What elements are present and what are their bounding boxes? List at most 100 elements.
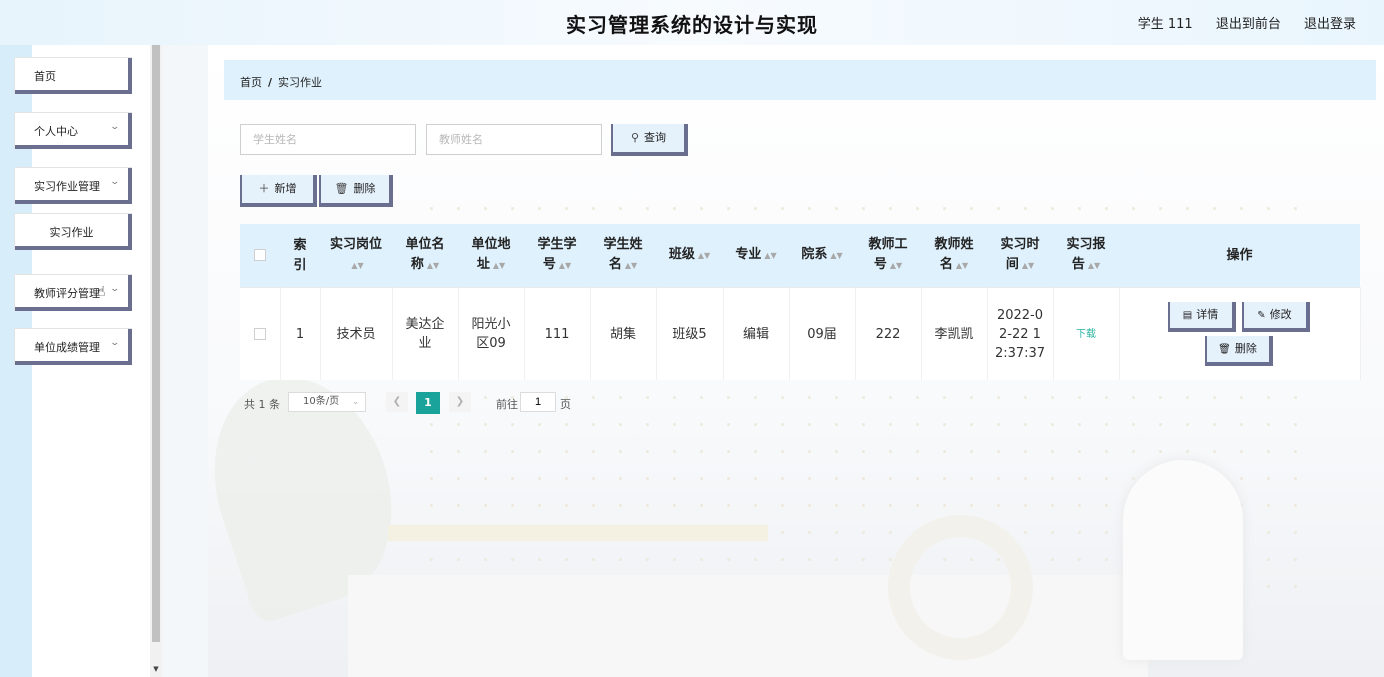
scrollbar-thumb[interactable]	[152, 45, 160, 642]
sort-icon[interactable]: ▲▼	[493, 261, 505, 270]
sidebar-item-teacher-score-management[interactable]: 教师评分管理 ⌄	[15, 275, 132, 311]
current-user: 学生 111	[1137, 17, 1193, 32]
sort-icon[interactable]: ▲▼	[1022, 261, 1034, 270]
sidebar-item-home[interactable]: 首页	[15, 58, 132, 94]
header-company: 单位名称 ▲▼	[392, 224, 458, 288]
sort-icon[interactable]: ▲▼	[1088, 261, 1100, 270]
table-header-row: 索引 实习岗位 ▲▼ 单位名称 ▲▼ 单位地址 ▲▼ 学生学号 ▲▼ 学生姓名 ▲▼ 班级…	[240, 224, 1360, 288]
chevron-down-icon: ⌄	[109, 122, 121, 132]
sidebar-item-label: 教师评分管理	[34, 287, 100, 300]
header-department: 院系 ▲▼	[789, 224, 855, 288]
sidebar-item-label: 个人中心	[34, 125, 78, 138]
sort-icon[interactable]: ▲▼	[830, 251, 842, 260]
exit-to-front-link[interactable]: 退出到前台	[1216, 17, 1281, 32]
logout-link[interactable]: 退出登录	[1304, 17, 1356, 32]
chevron-down-icon: ⌄	[352, 397, 359, 406]
breadcrumb-separator: /	[268, 76, 273, 89]
detail-button[interactable]: ▤ 详情	[1169, 302, 1236, 332]
cell-teacher-name: 李凯凯	[921, 287, 988, 380]
sidebar-item-personal-center[interactable]: 个人中心 ⌄	[15, 113, 132, 149]
chevron-down-icon: ⌄	[109, 338, 121, 348]
decorative-ring	[888, 515, 1033, 660]
row-select-cell[interactable]	[240, 287, 281, 380]
hand-cursor-icon: ☝	[97, 284, 106, 300]
query-button[interactable]: ⚲ 查询	[613, 124, 688, 156]
trash-icon: 🗑	[1218, 344, 1231, 355]
cell-position: 技术员	[320, 287, 393, 380]
header-major: 专业 ▲▼	[723, 224, 789, 288]
delete-button-label: 删除	[353, 182, 376, 195]
sort-icon[interactable]: ▲▼	[890, 261, 902, 270]
chevron-down-icon: ⌄	[109, 177, 121, 187]
cell-company: 美达企业	[392, 287, 459, 380]
page-size-select[interactable]: 10条/页 ⌄	[288, 392, 366, 412]
page-unit-label: 页	[560, 398, 571, 411]
cell-time: 2022-0 2-22 1 2:37:37	[987, 287, 1054, 380]
sidebar-item-label: 实习作业	[49, 226, 94, 239]
goto-label: 前往	[496, 398, 518, 411]
cell-actions: ▤ 详情 ✎ 修改 🗑 删除	[1119, 287, 1361, 380]
sort-icon[interactable]: ▲▼	[351, 261, 363, 270]
goto-page-input[interactable]	[520, 392, 556, 412]
add-button[interactable]: ＋ 新增	[242, 175, 317, 207]
header-student-name: 学生姓名 ▲▼	[590, 224, 656, 288]
row-delete-button[interactable]: 🗑 删除	[1206, 336, 1273, 366]
header-class: 班级 ▲▼	[656, 224, 723, 288]
header-student-no: 学生学号 ▲▼	[524, 224, 590, 288]
sidebar-scrollbar[interactable]: ▼	[150, 45, 162, 677]
sidebar-item-label: 单位成绩管理	[34, 341, 100, 354]
teacher-name-input[interactable]	[426, 124, 602, 155]
total-count: 共 1 条	[244, 398, 280, 411]
edit-button[interactable]: ✎ 修改	[1243, 302, 1310, 332]
next-page-button[interactable]: ❯	[449, 392, 471, 412]
prev-page-button[interactable]: ❮	[386, 392, 408, 412]
cell-address: 阳光小 区09	[458, 287, 525, 380]
sort-icon[interactable]: ▲▼	[764, 251, 776, 260]
decorative-plate	[388, 525, 768, 541]
batch-delete-button[interactable]: 🗑 删除	[321, 175, 393, 207]
student-name-input[interactable]	[240, 124, 416, 155]
sort-icon[interactable]: ▲▼	[956, 261, 968, 270]
header-position: 实习岗位 ▲▼	[320, 224, 392, 288]
search-icon: ⚲	[630, 131, 640, 144]
sort-icon[interactable]: ▲▼	[427, 261, 439, 270]
breadcrumb-current: 实习作业	[278, 76, 323, 89]
sidebar-item-internship-homework[interactable]: 实习作业	[15, 214, 132, 250]
top-header: 实习管理系统的设计与实现 学生 111 退出到前台 退出登录	[0, 0, 1384, 45]
header-teacher-name: 教师姓名 ▲▼	[921, 224, 987, 288]
header-time: 实习时间 ▲▼	[987, 224, 1053, 288]
select-all-header[interactable]	[240, 224, 280, 288]
cell-class: 班级5	[656, 287, 724, 380]
select-all-checkbox[interactable]	[254, 249, 266, 261]
cell-major: 编辑	[723, 287, 790, 380]
cell-index: 1	[280, 287, 321, 380]
cell-student-name: 胡集	[590, 287, 657, 380]
add-button-label: 新增	[274, 182, 297, 195]
header-address: 单位地址 ▲▼	[458, 224, 524, 288]
sidebar-item-company-score-management[interactable]: 单位成绩管理 ⌄	[15, 329, 132, 365]
chevron-down-icon: ⌄	[109, 284, 121, 294]
sort-icon[interactable]: ▲▼	[625, 261, 637, 270]
trash-icon: 🗑	[334, 182, 349, 195]
table-row: 1 技术员 美达企业 阳光小 区09 111 胡集 班级5 编辑 09届 222 …	[240, 287, 1361, 380]
sidebar-item-label: 首页	[34, 70, 56, 83]
sort-icon[interactable]: ▲▼	[698, 251, 710, 260]
document-icon: ▤	[1182, 310, 1193, 321]
pencil-icon: ✎	[1257, 310, 1266, 321]
cell-report: 下载	[1053, 287, 1120, 380]
breadcrumb: 首页 / 实习作业	[224, 60, 1376, 100]
header-index: 索引	[280, 224, 320, 288]
decorative-cylinder	[1123, 460, 1243, 660]
homework-table: 索引 实习岗位 ▲▼ 单位名称 ▲▼ 单位地址 ▲▼ 学生学号 ▲▼ 学生姓名 ▲▼ 班级…	[240, 224, 1361, 380]
query-button-label: 查询	[644, 131, 667, 144]
sort-icon[interactable]: ▲▼	[559, 261, 571, 270]
breadcrumb-home[interactable]: 首页	[240, 76, 262, 89]
row-checkbox[interactable]	[253, 328, 266, 340]
sidebar-item-internship-homework-management[interactable]: 实习作业管理 ⌄	[15, 168, 132, 204]
sidebar-item-label: 实习作业管理	[34, 180, 100, 193]
download-report-link[interactable]: 下载	[1076, 329, 1096, 340]
scroll-down-arrow-icon[interactable]: ▼	[151, 665, 161, 675]
page-number-current[interactable]: 1	[416, 392, 440, 414]
cell-department: 09届	[789, 287, 856, 380]
header-report: 实习报告 ▲▼	[1053, 224, 1119, 288]
